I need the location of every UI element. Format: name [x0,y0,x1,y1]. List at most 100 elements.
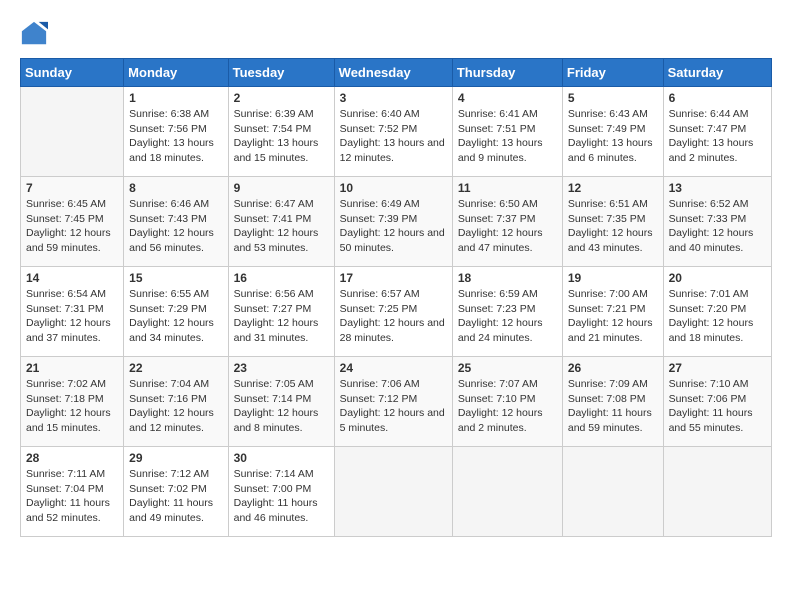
day-number: 14 [26,271,118,285]
day-number: 23 [234,361,329,375]
calendar-cell: 6Sunrise: 6:44 AMSunset: 7:47 PMDaylight… [663,87,771,177]
day-number: 25 [458,361,557,375]
page-header [20,20,772,48]
day-number: 7 [26,181,118,195]
day-number: 19 [568,271,658,285]
calendar-week-3: 14 Sunrise: 6:54 AMSunset: 7:31 PMDayligh… [21,267,772,357]
day-info: Sunrise: 6:55 AMSunset: 7:29 PMDaylight:… [129,287,222,346]
day-number: 26 [568,361,658,375]
calendar-cell: 22 Sunrise: 7:04 AMSunset: 7:16 PMDayligh… [124,357,228,447]
column-header-friday: Friday [562,59,663,87]
calendar-cell: 16 Sunrise: 6:56 AMSunset: 7:27 PMDayligh… [228,267,334,357]
calendar-cell: 10 Sunrise: 6:49 AMSunset: 7:39 PMDayligh… [334,177,452,267]
day-info: Sunrise: 7:00 AMSunset: 7:21 PMDaylight:… [568,287,658,346]
column-header-sunday: Sunday [21,59,124,87]
day-info: Sunrise: 6:49 AMSunset: 7:39 PMDaylight:… [340,197,447,256]
logo-icon [20,20,48,48]
column-header-tuesday: Tuesday [228,59,334,87]
calendar-week-5: 28 Sunrise: 7:11 AMSunset: 7:04 PMDayligh… [21,447,772,537]
calendar-cell: 26Sunrise: 7:09 AMSunset: 7:08 PMDayligh… [562,357,663,447]
column-header-thursday: Thursday [452,59,562,87]
calendar-cell: 3 Sunrise: 6:40 AMSunset: 7:52 PMDaylight… [334,87,452,177]
day-info: Sunrise: 7:12 AMSunset: 7:02 PMDaylight:… [129,467,222,526]
day-number: 28 [26,451,118,465]
calendar-week-2: 7 Sunrise: 6:45 AMSunset: 7:45 PMDaylight… [21,177,772,267]
calendar-week-4: 21 Sunrise: 7:02 AMSunset: 7:18 PMDayligh… [21,357,772,447]
day-info: Sunrise: 6:40 AMSunset: 7:52 PMDaylight:… [340,107,447,166]
calendar-cell: 9 Sunrise: 6:47 AMSunset: 7:41 PMDaylight… [228,177,334,267]
calendar-cell: 18 Sunrise: 6:59 AMSunset: 7:23 PMDayligh… [452,267,562,357]
calendar-cell: 17 Sunrise: 6:57 AMSunset: 7:25 PMDayligh… [334,267,452,357]
day-info: Sunrise: 6:59 AMSunset: 7:23 PMDaylight:… [458,287,557,346]
calendar-cell: 13Sunrise: 6:52 AMSunset: 7:33 PMDayligh… [663,177,771,267]
day-info: Sunrise: 7:05 AMSunset: 7:14 PMDaylight:… [234,377,329,436]
day-info: Sunrise: 7:14 AMSunset: 7:00 PMDaylight:… [234,467,329,526]
day-info: Sunrise: 6:43 AMSunset: 7:49 PMDaylight:… [568,107,658,166]
day-number: 16 [234,271,329,285]
calendar-cell: 7 Sunrise: 6:45 AMSunset: 7:45 PMDaylight… [21,177,124,267]
day-info: Sunrise: 6:45 AMSunset: 7:45 PMDaylight:… [26,197,118,256]
calendar-cell: 30 Sunrise: 7:14 AMSunset: 7:00 PMDayligh… [228,447,334,537]
day-info: Sunrise: 6:51 AMSunset: 7:35 PMDaylight:… [568,197,658,256]
calendar-cell [452,447,562,537]
day-number: 10 [340,181,447,195]
day-number: 1 [129,91,222,105]
day-info: Sunrise: 6:50 AMSunset: 7:37 PMDaylight:… [458,197,557,256]
calendar-cell: 11 Sunrise: 6:50 AMSunset: 7:37 PMDayligh… [452,177,562,267]
calendar-cell [334,447,452,537]
calendar-cell: 21 Sunrise: 7:02 AMSunset: 7:18 PMDayligh… [21,357,124,447]
day-number: 12 [568,181,658,195]
day-info: Sunrise: 6:38 AMSunset: 7:56 PMDaylight:… [129,107,222,166]
day-info: Sunrise: 6:56 AMSunset: 7:27 PMDaylight:… [234,287,329,346]
day-info: Sunrise: 6:57 AMSunset: 7:25 PMDaylight:… [340,287,447,346]
day-info: Sunrise: 6:54 AMSunset: 7:31 PMDaylight:… [26,287,118,346]
column-header-wednesday: Wednesday [334,59,452,87]
day-number: 9 [234,181,329,195]
calendar-cell [21,87,124,177]
calendar-header: SundayMondayTuesdayWednesdayThursdayFrid… [21,59,772,87]
day-number: 15 [129,271,222,285]
logo [20,20,52,48]
day-info: Sunrise: 7:01 AMSunset: 7:20 PMDaylight:… [669,287,766,346]
calendar-cell: 8Sunrise: 6:46 AMSunset: 7:43 PMDaylight… [124,177,228,267]
column-header-saturday: Saturday [663,59,771,87]
day-number: 21 [26,361,118,375]
day-number: 17 [340,271,447,285]
calendar-cell: 12 Sunrise: 6:51 AMSunset: 7:35 PMDayligh… [562,177,663,267]
calendar-cell: 23 Sunrise: 7:05 AMSunset: 7:14 PMDayligh… [228,357,334,447]
calendar-table: SundayMondayTuesdayWednesdayThursdayFrid… [20,58,772,537]
calendar-cell: 20 Sunrise: 7:01 AMSunset: 7:20 PMDayligh… [663,267,771,357]
calendar-cell: 1 Sunrise: 6:38 AMSunset: 7:56 PMDaylight… [124,87,228,177]
calendar-cell: 5Sunrise: 6:43 AMSunset: 7:49 PMDaylight… [562,87,663,177]
day-info: Sunrise: 7:10 AMSunset: 7:06 PMDaylight:… [669,377,766,436]
calendar-cell [562,447,663,537]
day-number: 24 [340,361,447,375]
day-number: 18 [458,271,557,285]
day-number: 13 [669,181,766,195]
day-info: Sunrise: 6:39 AMSunset: 7:54 PMDaylight:… [234,107,329,166]
day-number: 6 [669,91,766,105]
day-info: Sunrise: 6:47 AMSunset: 7:41 PMDaylight:… [234,197,329,256]
calendar-cell: 29 Sunrise: 7:12 AMSunset: 7:02 PMDayligh… [124,447,228,537]
day-number: 4 [458,91,557,105]
day-number: 27 [669,361,766,375]
day-number: 30 [234,451,329,465]
day-info: Sunrise: 7:06 AMSunset: 7:12 PMDaylight:… [340,377,447,436]
day-number: 2 [234,91,329,105]
day-info: Sunrise: 6:41 AMSunset: 7:51 PMDaylight:… [458,107,557,166]
day-info: Sunrise: 7:07 AMSunset: 7:10 PMDaylight:… [458,377,557,436]
column-header-monday: Monday [124,59,228,87]
day-info: Sunrise: 7:11 AMSunset: 7:04 PMDaylight:… [26,467,118,526]
day-number: 20 [669,271,766,285]
day-number: 29 [129,451,222,465]
day-number: 11 [458,181,557,195]
day-number: 3 [340,91,447,105]
day-info: Sunrise: 7:04 AMSunset: 7:16 PMDaylight:… [129,377,222,436]
day-number: 22 [129,361,222,375]
day-info: Sunrise: 7:02 AMSunset: 7:18 PMDaylight:… [26,377,118,436]
calendar-cell: 2 Sunrise: 6:39 AMSunset: 7:54 PMDaylight… [228,87,334,177]
calendar-cell: 27 Sunrise: 7:10 AMSunset: 7:06 PMDayligh… [663,357,771,447]
calendar-cell: 4 Sunrise: 6:41 AMSunset: 7:51 PMDaylight… [452,87,562,177]
calendar-cell: 19 Sunrise: 7:00 AMSunset: 7:21 PMDayligh… [562,267,663,357]
day-number: 8 [129,181,222,195]
